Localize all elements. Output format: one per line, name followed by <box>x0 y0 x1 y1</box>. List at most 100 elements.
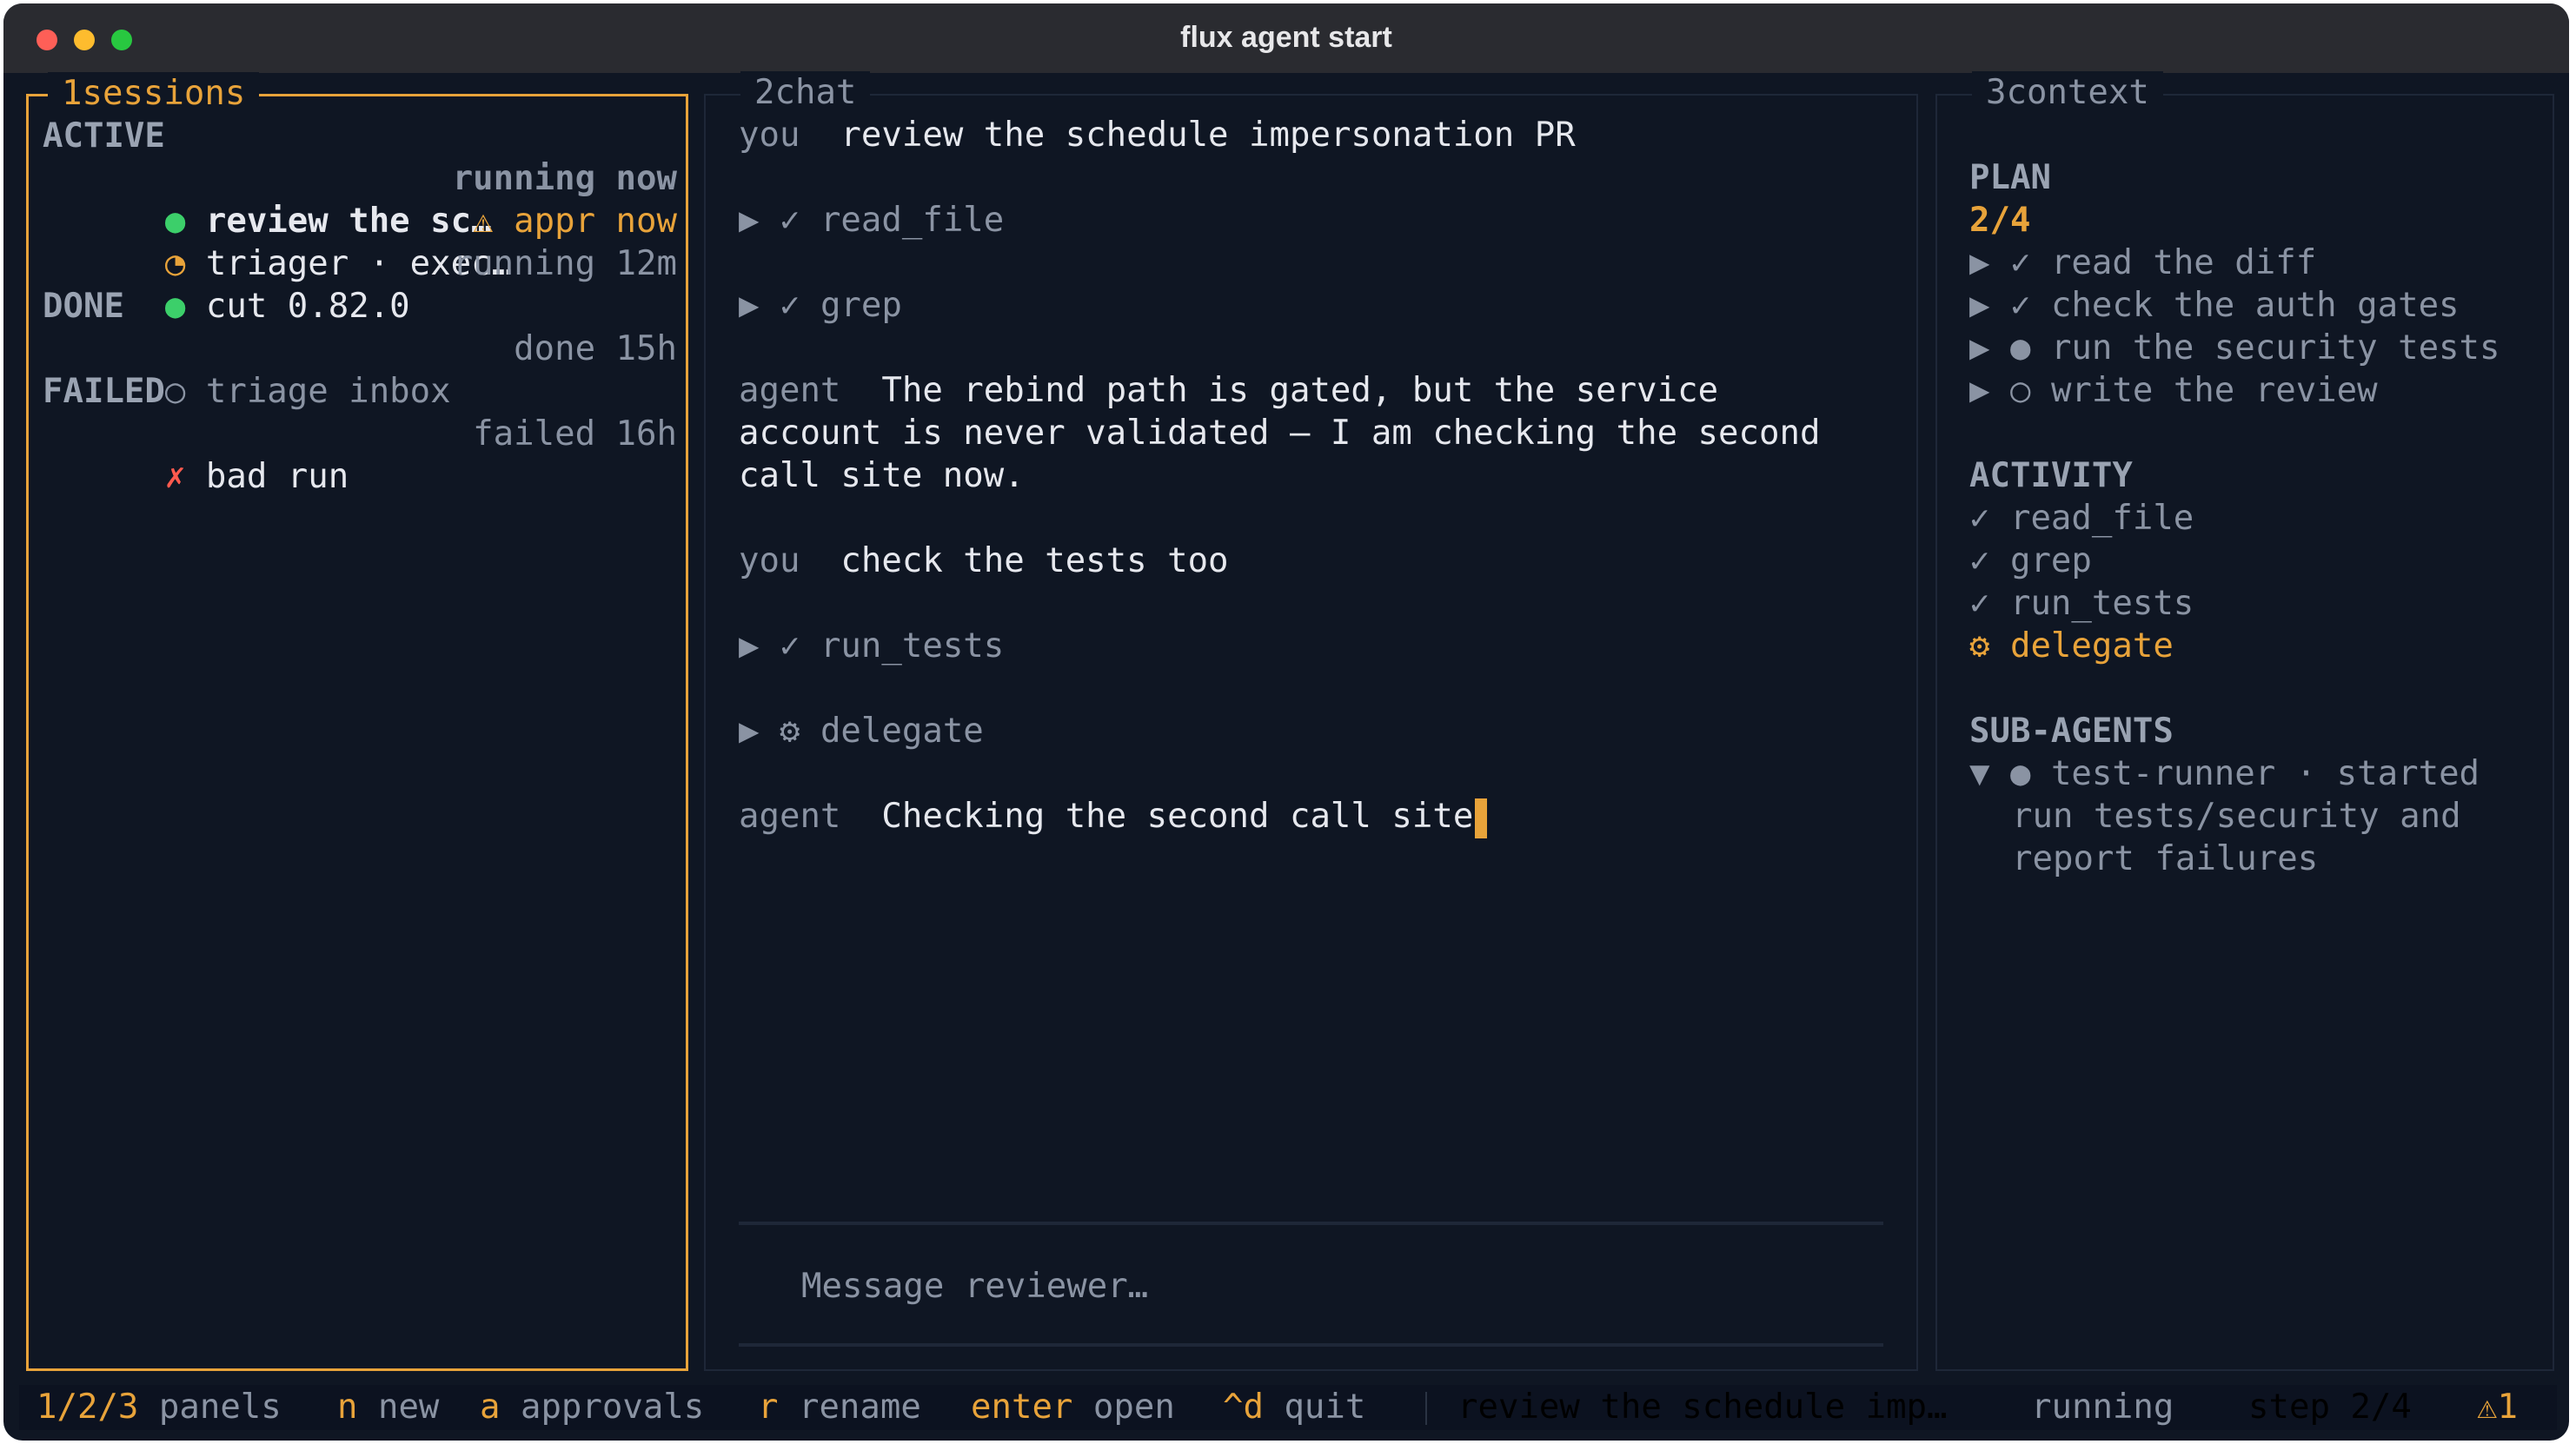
session-time: 16h <box>615 414 677 454</box>
tool-name: read_file <box>820 201 1005 240</box>
message-text-continued: account is never validated — I am checki… <box>739 414 1821 453</box>
subagent-state: started <box>2336 754 2480 793</box>
hint-label: panels <box>158 1388 282 1427</box>
hint-label: rename <box>798 1388 921 1427</box>
message-input[interactable]: Message reviewer… <box>801 1265 1148 1308</box>
hint-quit[interactable]: ^d quit <box>1223 1385 1365 1430</box>
activity-item: ✓ read_file <box>1969 497 2194 540</box>
message-text: The rebind path is gated, but the servic… <box>881 371 1719 410</box>
plan-item[interactable]: ▶ ● run the security tests <box>1969 327 2500 369</box>
expand-arrow-icon[interactable]: ▶ <box>739 626 759 666</box>
chat-message-user: you review the schedule impersonation PR <box>739 114 1576 156</box>
session-item[interactable]: ◔ triager · exec… ⚠ appr now <box>43 200 677 283</box>
message-text: review the schedule impersonation PR <box>840 116 1576 155</box>
chat-message-agent: agent Checking the second call site <box>739 795 1488 838</box>
expand-arrow-icon[interactable]: ▶ <box>739 201 759 240</box>
message-role: agent <box>739 371 841 410</box>
session-status: appr <box>514 202 596 241</box>
failed-heading: FAILED <box>43 372 165 411</box>
session-name: triage inbox <box>205 372 451 411</box>
activity-label: read_file <box>2009 499 2194 538</box>
subagent-name: test-runner <box>2050 754 2276 793</box>
session-item[interactable]: ✗ bad run failed 16h <box>43 413 677 496</box>
subagent-item[interactable]: ▼ ● test-runner · started <box>1969 752 2480 795</box>
plan-item-label: write the review <box>2050 371 2378 410</box>
plan-progress: 2/4 <box>1969 201 2031 240</box>
tool-call-row[interactable]: ▶ ⚙ delegate <box>739 710 984 752</box>
context-panel[interactable]: 3context PLAN 2/4 ▶ ✓ read the diff ▶ ✓ … <box>1935 71 2554 1371</box>
chat-panel[interactable]: 2chat you review the schedule impersonat… <box>704 71 1918 1371</box>
check-icon: ✓ <box>779 201 800 240</box>
done-heading: DONE <box>43 287 124 326</box>
input-bottom-border <box>739 1343 1883 1347</box>
sessions-panel[interactable]: 1sessions ACTIVE ● review the sc… runnin… <box>26 72 688 1371</box>
in-progress-dot-icon: ● <box>2009 328 2031 368</box>
expand-arrow-icon[interactable]: ▶ <box>739 286 759 325</box>
running-dot-icon: ● <box>164 287 186 326</box>
status-bar: 1/2/3 panels n new a approvals r rename … <box>19 1385 2557 1430</box>
tool-call-row[interactable]: ▶ ✓ run_tests <box>739 625 1004 667</box>
subagent-task: report failures <box>2012 839 2319 878</box>
plan-item[interactable]: ▶ ✓ check the auth gates <box>1969 284 2460 327</box>
message-text-continued: call site now. <box>739 456 1025 495</box>
message-role: you <box>739 541 800 580</box>
gear-icon: ⚙ <box>1969 626 1990 666</box>
tool-name: grep <box>820 286 902 325</box>
session-name: cut 0.82.0 <box>205 287 410 326</box>
context-panel-title: 3context <box>1972 71 2163 114</box>
plan-item[interactable]: ▶ ○ write the review <box>1969 369 2378 412</box>
hint-label: approvals <box>520 1388 705 1427</box>
hint-panels[interactable]: 1/2/3 panels <box>37 1385 282 1430</box>
chat-message-user: you check the tests too <box>739 540 1229 582</box>
expand-arrow-icon[interactable]: ▶ <box>1969 286 1989 325</box>
hint-key: ^d <box>1223 1388 1264 1427</box>
hint-label: quit <box>1284 1388 1366 1427</box>
status-divider <box>1425 1392 1427 1425</box>
streaming-cursor <box>1475 798 1488 838</box>
hint-approvals[interactable]: a approvals <box>480 1385 704 1430</box>
plan-item-label: read the diff <box>2050 243 2317 282</box>
hint-rename[interactable]: r rename <box>758 1385 921 1430</box>
active-heading: ACTIVE <box>43 116 165 156</box>
expand-arrow-icon[interactable]: ▶ <box>1969 243 1989 282</box>
hint-new[interactable]: n new <box>337 1385 439 1430</box>
check-icon: ✓ <box>779 626 800 666</box>
pending-circle-icon: ○ <box>2009 371 2031 410</box>
message-role: agent <box>739 797 841 836</box>
chat-message-agent: agent The rebind path is gated, but the … <box>739 369 1718 412</box>
check-icon: ✓ <box>779 286 800 325</box>
session-item[interactable]: ● review the sc… running now <box>43 157 677 241</box>
hint-key: r <box>758 1388 779 1427</box>
session-name: bad run <box>205 457 349 496</box>
chat-panel-title: 2chat <box>740 71 871 114</box>
activity-label: run_tests <box>2009 584 2194 623</box>
subagent-task: run tests/security and <box>2012 797 2461 836</box>
check-icon: ✓ <box>1969 499 1990 538</box>
in-progress-dot-icon: ● <box>2009 754 2031 793</box>
collapse-arrow-icon[interactable]: ▼ <box>1969 754 1989 793</box>
check-icon: ✓ <box>1969 541 1990 580</box>
warning-count[interactable]: ⚠1 <box>2477 1385 2518 1430</box>
activity-item: ✓ grep <box>1969 540 2092 582</box>
expand-arrow-icon[interactable]: ▶ <box>1969 371 1989 410</box>
title-bar: flux agent start <box>3 3 2569 73</box>
status-session-name: review the schedule imp… <box>1457 1388 1948 1427</box>
expand-arrow-icon[interactable]: ▶ <box>1969 328 1989 368</box>
tool-call-row[interactable]: ▶ ✓ read_file <box>739 199 1004 242</box>
plan-item-label: check the auth gates <box>2050 286 2460 325</box>
hint-key: 1/2/3 <box>37 1388 139 1427</box>
hint-open[interactable]: enter open <box>971 1385 1175 1430</box>
hint-key: enter <box>971 1388 1073 1427</box>
hint-key: n <box>337 1388 358 1427</box>
session-item[interactable]: ● cut 0.82.0 running 12m <box>43 242 677 326</box>
session-status: running <box>452 159 596 198</box>
plan-item[interactable]: ▶ ✓ read the diff <box>1969 242 2316 284</box>
session-time: 12m <box>615 244 677 283</box>
activity-heading: ACTIVITY <box>1969 456 2133 495</box>
hint-label: new <box>377 1388 440 1427</box>
session-item[interactable]: ○ triage inbox done 15h <box>43 328 677 411</box>
tool-call-row[interactable]: ▶ ✓ grep <box>739 284 902 327</box>
expand-arrow-icon[interactable]: ▶ <box>739 712 759 751</box>
hint-label: open <box>1092 1388 1175 1427</box>
status-step: step 2/4 <box>2248 1388 2412 1427</box>
